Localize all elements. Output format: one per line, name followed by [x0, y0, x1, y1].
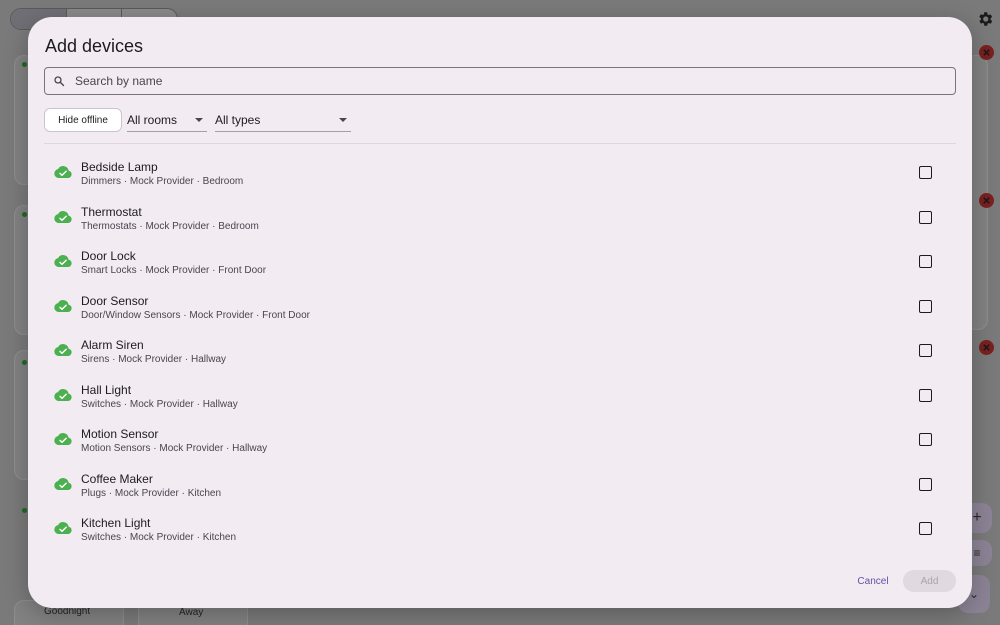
device-name: Motion Sensor — [81, 427, 159, 441]
hide-offline-chip[interactable]: Hide offline — [44, 108, 122, 132]
add-button[interactable]: Add — [903, 570, 956, 592]
cloud-check-icon — [54, 477, 72, 490]
status-dot — [22, 508, 27, 513]
cloud-check-icon — [54, 344, 72, 356]
cloud-check-icon — [54, 433, 72, 445]
device-name: Door Sensor — [81, 293, 149, 308]
device-name: Bedside Lamp — [81, 160, 158, 174]
device-name: Kitchen Light — [81, 516, 151, 530]
search-field[interactable] — [44, 67, 956, 95]
device-row[interactable]: Door Lock Smart Locks · Mock Provider · … — [44, 239, 956, 284]
device-meta: Sirens · Mock Provider · Hallway — [81, 354, 227, 365]
device-row[interactable]: Door Sensor Door/Window Sensors · Mock P… — [44, 284, 956, 329]
status-dot — [22, 360, 27, 365]
device-row[interactable]: Bedside Lamp Dimmers · Mock Provider · B… — [44, 150, 956, 195]
status-dot — [22, 62, 27, 67]
types-select-value: All types — [215, 112, 261, 127]
device-row[interactable]: Hall Light Switches · Mock Provider · Ha… — [44, 373, 956, 418]
device-name: Alarm Siren — [81, 338, 144, 352]
device-name: Hall Light — [81, 382, 132, 397]
cloud-check-icon — [54, 522, 72, 534]
device-checkbox[interactable] — [919, 388, 932, 402]
cloud-check-icon — [54, 388, 72, 401]
device-meta: Door/Window Sensors · Mock Provider · Fr… — [81, 309, 310, 321]
add-devices-dialog: Add devices Hide offline All rooms All t… — [28, 17, 972, 608]
device-checkbox[interactable] — [919, 166, 932, 179]
close-circle-icon — [979, 340, 994, 355]
device-meta: Plugs · Mock Provider · Kitchen — [81, 487, 222, 499]
gear-icon — [979, 12, 993, 26]
device-meta: Dimmers · Mock Provider · Bedroom — [81, 176, 244, 187]
cloud-check-icon — [54, 255, 72, 267]
types-select[interactable]: All types — [215, 108, 351, 132]
device-meta: Switches · Mock Provider · Kitchen — [81, 532, 237, 543]
filter-bar: Hide offline All rooms All types — [44, 108, 956, 132]
status-dot — [22, 212, 27, 217]
device-row[interactable]: Coffee Maker Plugs · Mock Provider · Kit… — [44, 462, 956, 507]
cancel-button[interactable]: Cancel — [849, 571, 897, 591]
search-input[interactable] — [75, 74, 955, 88]
device-row[interactable]: Alarm Siren Sirens · Mock Provider · Hal… — [44, 328, 956, 373]
device-checkbox[interactable] — [919, 210, 932, 224]
search-icon — [54, 76, 65, 87]
device-checkbox[interactable] — [919, 344, 932, 357]
device-name: Thermostat — [81, 204, 142, 219]
device-meta: Switches · Mock Provider · Hallway — [81, 398, 238, 410]
dropdown-arrow-icon — [195, 118, 203, 122]
rooms-select[interactable]: All rooms — [127, 108, 207, 132]
dialog-title: Add devices — [45, 36, 144, 56]
device-meta: Thermostats · Mock Provider · Bedroom — [81, 220, 259, 232]
divider — [44, 143, 956, 144]
device-list: Bedside Lamp Dimmers · Mock Provider · B… — [44, 150, 956, 551]
device-checkbox[interactable] — [919, 255, 932, 268]
device-checkbox[interactable] — [919, 433, 932, 446]
dropdown-arrow-icon — [339, 118, 347, 122]
close-circle-icon — [979, 45, 994, 60]
device-row[interactable]: Kitchen Light Switches · Mock Provider ·… — [44, 506, 956, 551]
device-meta: Motion Sensors · Mock Provider · Hallway — [81, 443, 268, 454]
scene-label: Away — [179, 607, 204, 618]
device-name: Door Lock — [81, 249, 136, 263]
cloud-check-icon — [54, 210, 72, 223]
rooms-select-value: All rooms — [127, 112, 178, 127]
device-row[interactable]: Thermostat Thermostats · Mock Provider ·… — [44, 195, 956, 240]
close-circle-icon — [979, 193, 994, 208]
cloud-check-icon — [54, 299, 72, 312]
device-checkbox[interactable] — [919, 477, 932, 491]
device-row[interactable]: Motion Sensor Motion Sensors · Mock Prov… — [44, 417, 956, 462]
cloud-check-icon — [54, 166, 72, 178]
device-checkbox[interactable] — [919, 299, 932, 313]
device-name: Coffee Maker — [81, 471, 153, 486]
device-meta: Smart Locks · Mock Provider · Front Door — [81, 265, 267, 276]
device-checkbox[interactable] — [919, 522, 932, 535]
